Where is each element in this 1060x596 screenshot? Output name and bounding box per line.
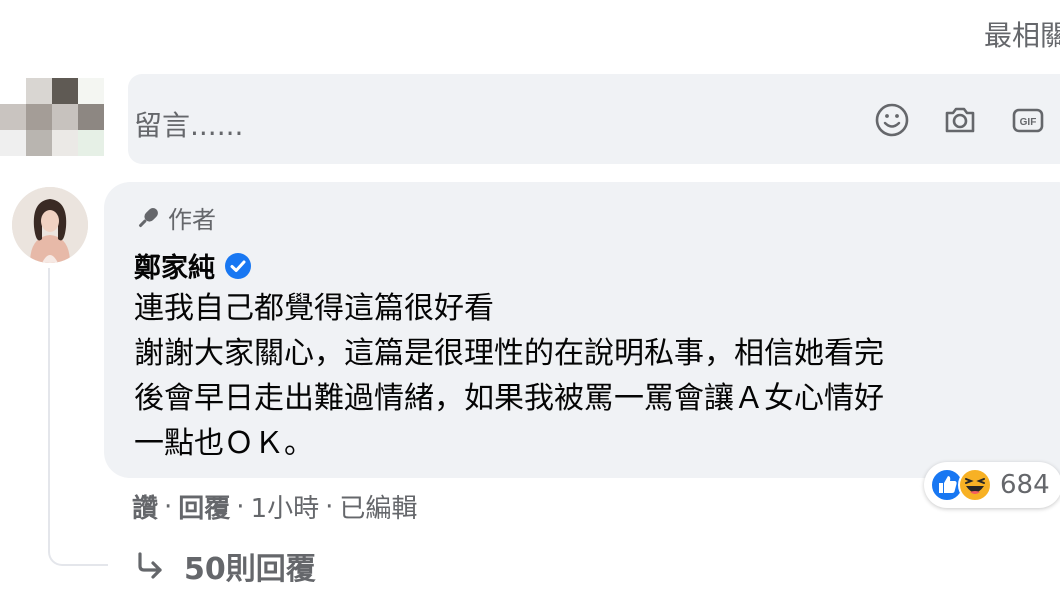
- current-user-avatar: [0, 78, 104, 164]
- author-badge-label: 作者: [168, 206, 216, 234]
- sort-filter-label[interactable]: 最相關: [984, 14, 1060, 54]
- action-separator: ·: [236, 491, 245, 522]
- view-replies-label[interactable]: 50則回覆: [184, 544, 316, 588]
- camera-icon[interactable]: [940, 100, 980, 140]
- comment-text-line: 一點也ＯＫ。: [134, 426, 314, 461]
- svg-text:GIF: GIF: [1020, 117, 1037, 128]
- comment-text-line: 謝謝大家關心，這篇是很理性的在說明私事，相信她看完: [134, 336, 884, 371]
- emoji-icon[interactable]: [872, 100, 912, 140]
- verified-badge-icon: [223, 251, 253, 281]
- view-replies-button[interactable]: 50則回覆: [134, 544, 316, 588]
- reaction-count[interactable]: 684: [1000, 470, 1050, 500]
- comment-text-line: 連我自己都覺得這篇很好看: [134, 291, 494, 326]
- haha-reaction-icon: [958, 468, 992, 502]
- like-action[interactable]: 讚: [132, 488, 158, 525]
- gif-icon[interactable]: GIF: [1008, 100, 1048, 140]
- action-separator: ·: [325, 491, 334, 522]
- comment-input[interactable]: 留言...... GIF: [128, 74, 1060, 164]
- comment-actions: 讚 · 回覆 · 1小時 · 已編輯: [132, 488, 417, 525]
- action-separator: ·: [164, 491, 173, 522]
- reactions-summary[interactable]: 684: [924, 462, 1060, 508]
- comment-text-line: 後會早日走出難過情緒，如果我被罵一罵會讓Ａ女心情好: [134, 381, 884, 416]
- author-badge: 作者: [134, 200, 216, 235]
- comment-bubble: 作者 鄭家純 連我自己都覺得這篇很好看 謝謝大家關心，這篇是很理性的在說明私事，…: [104, 182, 1060, 478]
- reply-action[interactable]: 回覆: [178, 488, 230, 525]
- reply-arrow-icon: [138, 552, 162, 579]
- comment-text: 連我自己都覺得這篇很好看 謝謝大家關心，這篇是很理性的在說明私事，相信她看完 後…: [134, 286, 1044, 466]
- author-name[interactable]: 鄭家純: [134, 246, 215, 285]
- author-name-link[interactable]: 鄭家純: [134, 246, 253, 285]
- comment-timestamp[interactable]: 1小時: [251, 488, 320, 525]
- author-avatar[interactable]: [12, 187, 88, 263]
- microphone-icon: [138, 207, 158, 227]
- edited-label[interactable]: 已編輯: [339, 488, 417, 525]
- reply-thread-line: [48, 268, 108, 566]
- comment-input-placeholder: 留言......: [134, 109, 244, 142]
